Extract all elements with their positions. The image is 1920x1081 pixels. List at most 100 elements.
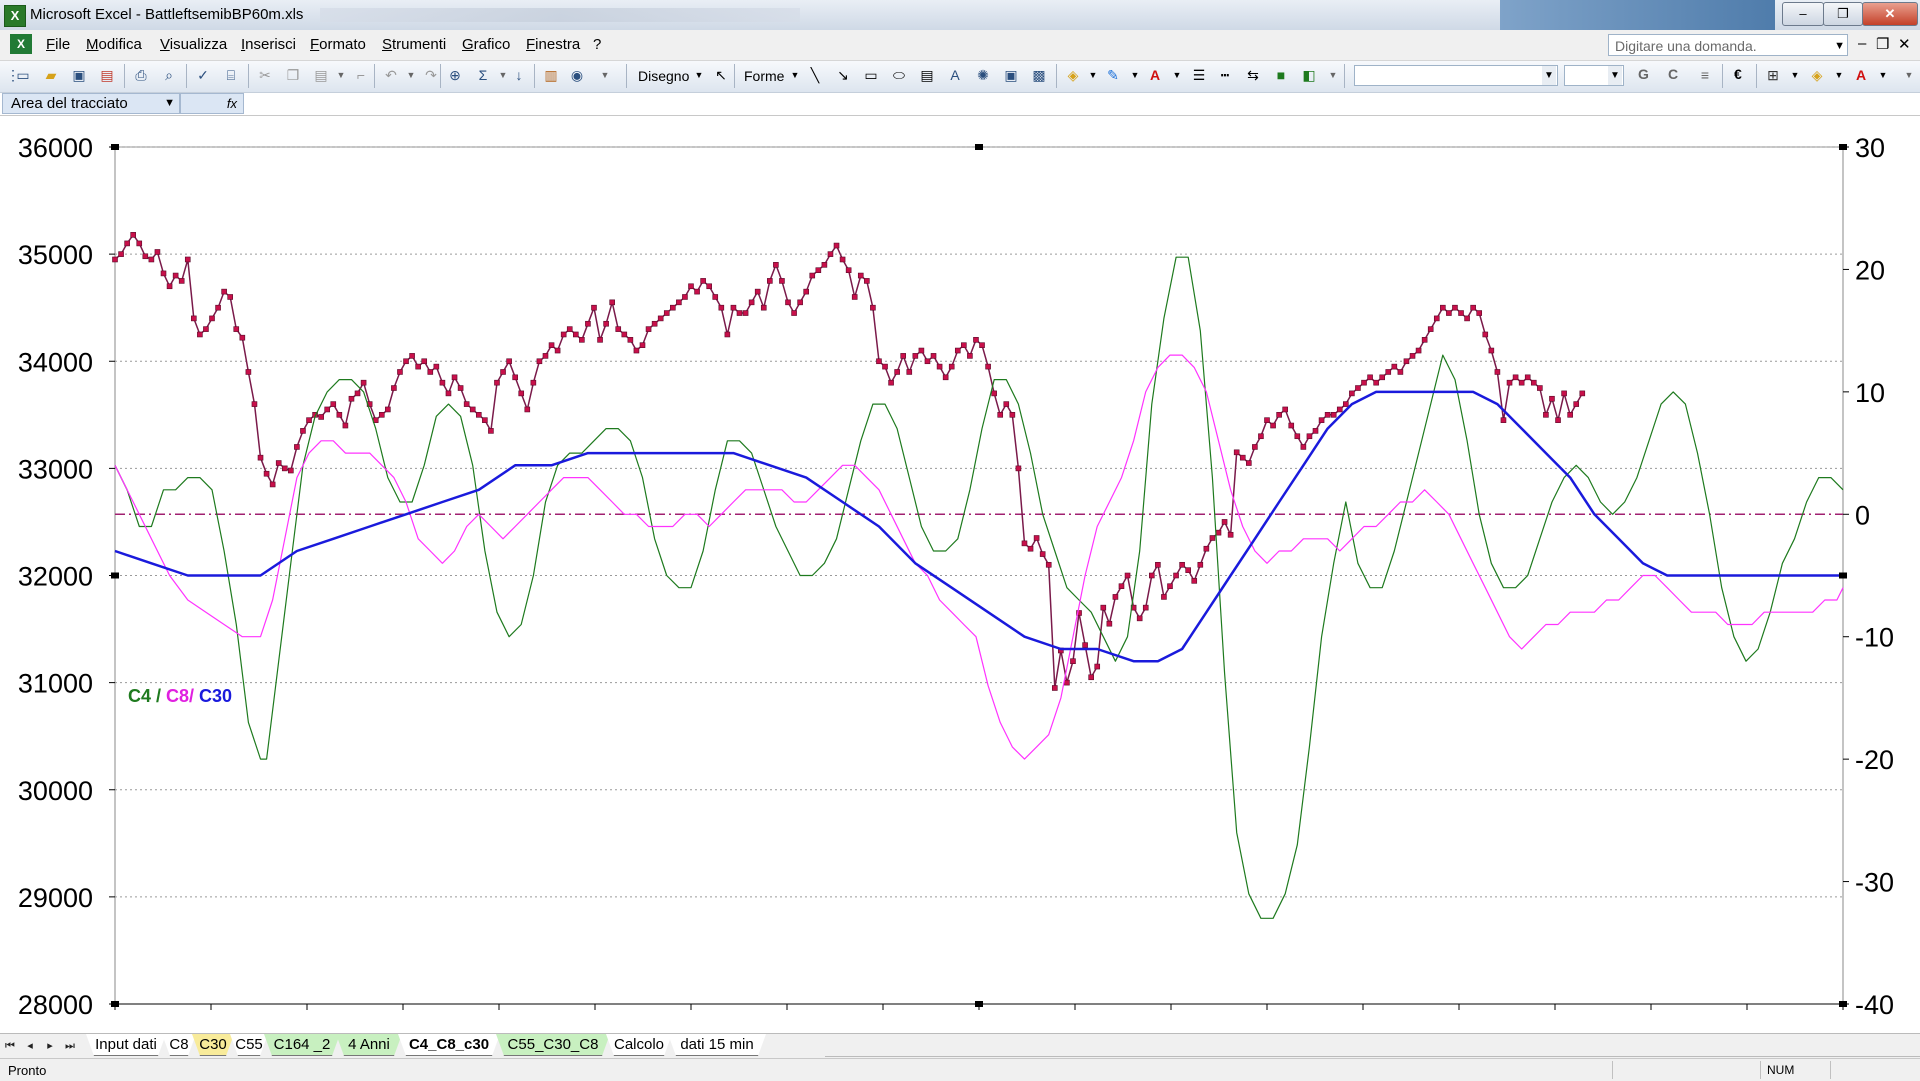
euro-currency-button[interactable]: €: [1734, 66, 1742, 82]
chevron-down-icon[interactable]: ▼: [164, 94, 175, 113]
paste-icon[interactable]: ▤: [312, 66, 330, 84]
shapes-menu-button[interactable]: Forme: [744, 68, 784, 84]
shadow-style-icon[interactable]: ■: [1272, 66, 1290, 84]
menu-visualizza[interactable]: Visualizza: [160, 36, 227, 53]
next-sheet-icon[interactable]: ▸: [42, 1038, 58, 1054]
print-icon[interactable]: ⎙: [132, 66, 150, 84]
spelling-icon[interactable]: ✓: [194, 66, 212, 84]
menu-finestra[interactable]: Finestra: [526, 36, 580, 53]
chevron-down-icon[interactable]: ▼: [1830, 66, 1848, 84]
chevron-down-icon[interactable]: ▼: [1084, 66, 1102, 84]
line-icon[interactable]: ╲: [806, 66, 824, 84]
chevron-down-icon[interactable]: ▼: [1608, 66, 1622, 85]
first-sheet-icon[interactable]: ⏮: [2, 1038, 18, 1054]
selection-handle[interactable]: [1839, 572, 1847, 579]
chart-area[interactable]: 36000 35000 34000 33000 32000 31000 30000 29000…: [0, 116, 1920, 1033]
chevron-down-icon[interactable]: ▼: [1874, 66, 1892, 84]
line-color-icon[interactable]: ✎: [1104, 66, 1122, 84]
minimize-button[interactable]: ‒: [1782, 2, 1824, 26]
menu-grafico[interactable]: Grafico: [462, 36, 510, 53]
selection-handle[interactable]: [111, 1001, 119, 1007]
doc-restore-button[interactable]: ❐: [1876, 35, 1889, 53]
horizontal-scroll-track[interactable]: [825, 1056, 1920, 1057]
dash-style-icon[interactable]: ┅: [1216, 66, 1234, 84]
copy-icon[interactable]: ❐: [284, 66, 302, 84]
help-question-input[interactable]: Digitare una domanda. ▼: [1608, 34, 1848, 56]
selection-handle[interactable]: [975, 144, 983, 150]
select-objects-icon[interactable]: ↖: [712, 66, 730, 84]
doc-minimize-button[interactable]: ‒: [1858, 35, 1866, 52]
sheet-tab-calcolo[interactable]: Calcolo: [606, 1034, 672, 1056]
toolbar-options-icon[interactable]: ▼: [1900, 66, 1918, 84]
font-name-combo[interactable]: ▼: [1354, 65, 1558, 86]
format-painter-icon[interactable]: ⌐: [352, 66, 370, 84]
picture-icon[interactable]: ▩: [1030, 66, 1048, 84]
text-box-icon[interactable]: ▤: [918, 66, 936, 84]
excel-app-icon[interactable]: X: [4, 5, 26, 27]
bold-button[interactable]: G: [1638, 66, 1649, 82]
italic-button[interactable]: C: [1668, 66, 1678, 82]
close-button[interactable]: ✕: [1862, 2, 1918, 26]
sheet-tab-input-dati[interactable]: Input dati: [86, 1034, 166, 1056]
undo-icon[interactable]: ↶: [382, 66, 400, 84]
last-sheet-icon[interactable]: ⏭: [62, 1038, 78, 1054]
line-chart[interactable]: 36000 35000 34000 33000 32000 31000 30000 29000…: [0, 116, 1920, 1033]
name-box[interactable]: Area del tracciato ▼: [2, 93, 180, 114]
selection-handle[interactable]: [111, 144, 119, 150]
workbook-icon[interactable]: X: [10, 34, 32, 54]
font-color-icon[interactable]: A: [1852, 66, 1870, 84]
menu-help[interactable]: ?: [593, 36, 601, 53]
menu-modifica[interactable]: Modifica: [86, 36, 142, 53]
price-series-line[interactable]: [114, 234, 1583, 689]
open-folder-icon[interactable]: ▰: [42, 66, 60, 84]
arrow-icon[interactable]: ↘: [834, 66, 852, 84]
align-icon[interactable]: ≡: [1696, 66, 1714, 84]
sort-ascending-icon[interactable]: ↓: [510, 66, 528, 84]
new-document-icon[interactable]: ▭: [14, 66, 32, 84]
selection-handle[interactable]: [1839, 1001, 1847, 1007]
menu-formato[interactable]: Formato: [310, 36, 366, 53]
previous-sheet-icon[interactable]: ◂: [22, 1038, 38, 1054]
fill-color-icon[interactable]: ◈: [1064, 66, 1082, 84]
chevron-down-icon[interactable]: ▼: [1542, 66, 1556, 85]
arrow-style-icon[interactable]: ⇆: [1244, 66, 1262, 84]
sheet-tab-c55[interactable]: C55: [230, 1034, 268, 1056]
sheet-tab-c4-c8-c30[interactable]: C4_C8_c30: [398, 1034, 500, 1056]
cut-icon[interactable]: ✂: [256, 66, 274, 84]
maximize-button[interactable]: ❐: [1823, 2, 1863, 26]
draw-menu-button[interactable]: Disegno: [638, 68, 689, 84]
oval-icon[interactable]: ⬭: [890, 66, 908, 84]
diagram-icon[interactable]: ✺: [974, 66, 992, 84]
doc-close-button[interactable]: ✕: [1898, 35, 1911, 53]
sheet-tab-c30[interactable]: C30: [192, 1034, 234, 1056]
chevron-down-icon[interactable]: ▼: [332, 66, 350, 84]
chevron-down-icon[interactable]: ▼: [690, 66, 708, 84]
font-color-icon[interactable]: A: [1146, 66, 1164, 84]
chevron-down-icon[interactable]: ▼: [1126, 66, 1144, 84]
research-icon[interactable]: ⌸: [222, 66, 240, 84]
clip-art-icon[interactable]: ▣: [1002, 66, 1020, 84]
chevron-down-icon[interactable]: ▼: [1168, 66, 1186, 84]
wordart-icon[interactable]: A: [946, 66, 964, 84]
3d-style-icon[interactable]: ◧: [1300, 66, 1318, 84]
menu-file[interactable]: File: [46, 36, 70, 53]
menu-strumenti[interactable]: Strumenti: [382, 36, 446, 53]
fill-color-icon[interactable]: ◈: [1808, 66, 1826, 84]
menu-inserisci[interactable]: Inserisci: [241, 36, 296, 53]
sheet-tab-c164-2[interactable]: C164 _2: [264, 1034, 340, 1056]
chevron-down-icon[interactable]: ▼: [786, 66, 804, 84]
c30-series-line[interactable]: [114, 390, 1843, 663]
font-size-combo[interactable]: ▼: [1564, 65, 1624, 86]
sheet-tab-4-anni[interactable]: 4 Anni: [336, 1034, 402, 1056]
selection-handle[interactable]: [111, 572, 119, 579]
c4-series-line[interactable]: [114, 256, 1844, 919]
plot-area[interactable]: [114, 146, 1844, 1005]
sheet-tab-c8[interactable]: C8: [162, 1034, 196, 1056]
save-icon[interactable]: ▣: [70, 66, 88, 84]
permission-icon[interactable]: ▤: [98, 66, 116, 84]
toolbar-options-icon[interactable]: ▼: [596, 66, 614, 84]
rectangle-icon[interactable]: ▭: [862, 66, 880, 84]
hyperlink-icon[interactable]: ⊕: [446, 66, 464, 84]
chevron-down-icon[interactable]: ▼: [1834, 35, 1845, 57]
borders-icon[interactable]: ⊞: [1764, 66, 1782, 84]
